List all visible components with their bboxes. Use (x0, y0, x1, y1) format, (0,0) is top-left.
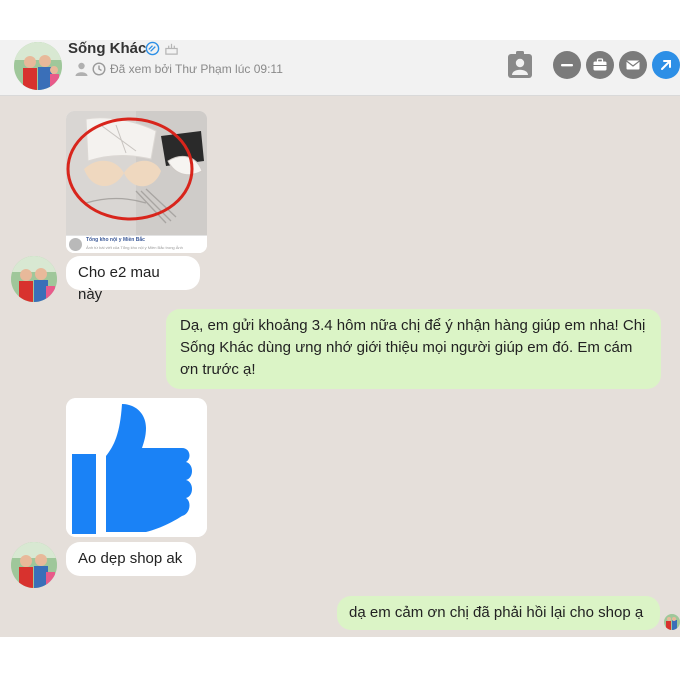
read-receipt-avatar (664, 614, 680, 630)
like-sticker[interactable] (66, 398, 207, 537)
minimize-icon (561, 64, 573, 67)
chat-header: Sống Khác Đã xem bởi Thư Phạm lúc 09:11 (0, 40, 680, 96)
contact-card-icon[interactable] (505, 50, 535, 80)
cake-icon (165, 43, 178, 55)
minimize-button[interactable] (553, 51, 581, 79)
verified-icon (145, 41, 160, 56)
sender-avatar[interactable] (11, 542, 57, 588)
seen-status: Đã xem bởi Thư Phạm lúc 09:11 (110, 62, 283, 76)
contact-name[interactable]: Sống Khác (68, 40, 146, 57)
sender-avatar[interactable] (11, 256, 57, 302)
outgoing-message[interactable]: Dạ, em gửi khoảng 3.4 hôm nữa chị để ý n… (166, 309, 661, 389)
chat-window: Sống Khác Đã xem bởi Thư Phạm lúc 09:11 (0, 40, 680, 637)
open-external-icon (661, 60, 671, 70)
briefcase-button[interactable] (586, 51, 614, 79)
shared-product-image[interactable]: Tổng kho nội y Miền Bắc Ảnh từ bài viết … (66, 111, 207, 253)
message-text: Dạ, em gửi khoảng 3.4 hôm nữa chị để ý n… (180, 317, 646, 378)
seen-status-row: Đã xem bởi Thư Phạm lúc 09:11 (75, 60, 283, 78)
message-text: dạ em cảm ơn chị đã phải hồi lại cho sho… (349, 604, 644, 621)
incoming-message[interactable]: Cho e2 mau này (66, 256, 200, 303)
mail-button[interactable] (619, 51, 647, 79)
person-icon (75, 62, 88, 76)
message-text: Cho e2 mau này (78, 264, 160, 303)
contact-avatar[interactable] (14, 42, 62, 90)
outgoing-message[interactable]: dạ em cảm ơn chị đã phải hồi lại cho sho… (337, 596, 660, 630)
thumbs-up-icon (66, 398, 207, 537)
open-external-button[interactable] (652, 51, 680, 79)
clock-icon (92, 62, 106, 76)
briefcase-icon (593, 58, 607, 71)
image-caption: Tổng kho nội y Miền Bắc Ảnh từ bài viết … (66, 235, 207, 253)
source-avatar (69, 238, 82, 251)
mail-icon (626, 60, 640, 70)
incoming-message[interactable]: Ao dẹp shop ak (66, 542, 196, 576)
caption-sub: Ảnh từ bài viết của Tổng kho nội y Miền … (86, 245, 183, 250)
caption-title: Tổng kho nội y Miền Bắc (86, 237, 145, 243)
message-text: Ao dẹp shop ak (78, 550, 183, 567)
product-photo (66, 111, 207, 235)
